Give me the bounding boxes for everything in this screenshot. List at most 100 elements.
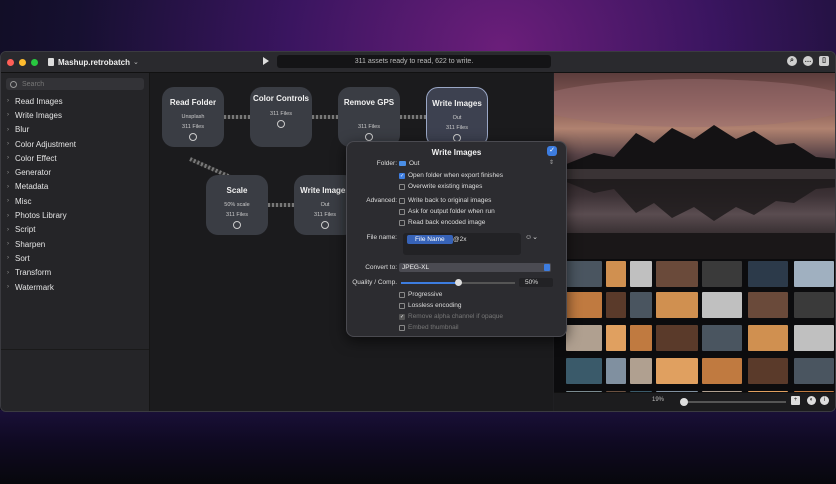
enabled-checkbox[interactable]: ✓ (547, 146, 557, 156)
quality-slider-knob[interactable] (455, 279, 462, 286)
disclosure-arrow-icon[interactable]: › (7, 184, 15, 190)
thumbnail[interactable] (656, 292, 698, 318)
thumbnail[interactable] (566, 261, 602, 287)
comment-icon[interactable]: … (803, 56, 813, 66)
open-folder-checkbox[interactable]: ✓ Open folder when export finishes (399, 172, 503, 179)
thumbnail[interactable] (794, 261, 834, 287)
thumbnail[interactable] (606, 261, 626, 287)
sidebar-item[interactable]: › Misc (1, 194, 149, 208)
thumbnail[interactable] (748, 358, 788, 384)
node-write-images[interactable]: Write Images Out 311 Files (426, 87, 488, 147)
token-menu-icon[interactable]: ☺⌄ (525, 233, 538, 241)
sidebar-item[interactable]: › Metadata (1, 180, 149, 194)
disclosure-arrow-icon[interactable]: › (7, 98, 15, 104)
sidebar-item[interactable]: › Blur (1, 123, 149, 137)
thumbnail[interactable] (606, 325, 626, 351)
node-remove-gps[interactable]: Remove GPS 311 Files (338, 87, 400, 147)
thumbnail[interactable] (630, 325, 652, 351)
thumbnail[interactable] (656, 358, 698, 384)
thumbnail[interactable] (566, 358, 602, 384)
info-icon[interactable]: i (820, 396, 829, 405)
lossless-checkbox[interactable]: Lossless encoding (399, 302, 461, 309)
thumbnail[interactable] (656, 325, 698, 351)
folder-popup-arrows-icon[interactable]: ⇕ (549, 159, 554, 166)
quality-value-field[interactable]: 50% (519, 278, 553, 287)
appearance-icon[interactable]: ◐ (807, 396, 816, 405)
disclosure-arrow-icon[interactable]: › (7, 141, 15, 147)
minimize-button[interactable] (19, 58, 26, 66)
disclosure-arrow-icon[interactable]: › (7, 112, 15, 118)
thumbnail[interactable] (656, 261, 698, 287)
play-icon[interactable] (263, 57, 269, 65)
progressive-checkbox[interactable]: Progressive (399, 291, 442, 298)
thumbnail[interactable] (630, 261, 652, 287)
zoom-button[interactable] (31, 58, 38, 66)
preview-toggle-icon[interactable] (233, 221, 241, 229)
disclosure-arrow-icon[interactable]: › (7, 170, 15, 176)
write-back-checkbox[interactable]: Write back to original images (399, 197, 491, 204)
search-field[interactable]: Search (6, 78, 144, 90)
preview-toggle-icon[interactable] (321, 221, 329, 229)
disclosure-arrow-icon[interactable]: › (7, 284, 15, 290)
thumbnail[interactable] (794, 292, 834, 318)
disclosure-arrow-icon[interactable]: › (7, 227, 15, 233)
sidebar-item[interactable]: › Sharpen (1, 237, 149, 251)
disclosure-arrow-icon[interactable]: › (7, 241, 15, 247)
thumbnail[interactable] (630, 358, 652, 384)
zoom-slider-knob[interactable] (680, 398, 688, 406)
thumbnail[interactable] (702, 325, 742, 351)
disclosure-arrow-icon[interactable]: › (7, 155, 15, 161)
disclosure-arrow-icon[interactable]: › (7, 270, 15, 276)
thumbnail[interactable] (566, 292, 602, 318)
preview-toggle-icon[interactable] (189, 133, 197, 141)
sidebar-item[interactable]: › Watermark (1, 280, 149, 294)
thumbnail[interactable] (630, 292, 652, 318)
thumbnail[interactable] (794, 325, 834, 351)
thumbnail[interactable] (702, 261, 742, 287)
disclosure-arrow-icon[interactable]: › (7, 213, 15, 219)
chevron-down-icon[interactable]: ⌄ (133, 58, 139, 66)
thumbnail[interactable] (748, 261, 788, 287)
preview-toggle-icon[interactable] (365, 133, 373, 141)
zoom-slider[interactable] (680, 398, 786, 406)
sidebar-toggle-icon[interactable]: ▯ (819, 56, 829, 66)
sidebar-item[interactable]: › Read Images (1, 94, 149, 108)
node-scale[interactable]: Scale 50% scale 311 Files (206, 175, 268, 235)
sidebar-item[interactable]: › Photos Library (1, 208, 149, 222)
thumbnail[interactable] (702, 292, 742, 318)
zoom-icon[interactable]: ⌕ (787, 56, 797, 66)
window-title[interactable]: Mashup.retrobatch (58, 58, 130, 67)
read-back-checkbox[interactable]: Read back encoded image (399, 219, 485, 226)
thumbnail[interactable] (748, 292, 788, 318)
disclosure-arrow-icon[interactable]: › (7, 255, 15, 261)
sidebar-item[interactable]: › Transform (1, 266, 149, 280)
disclosure-arrow-icon[interactable]: › (7, 127, 15, 133)
sidebar-item[interactable]: › Script (1, 223, 149, 237)
preview-toggle-icon[interactable] (277, 120, 285, 128)
sidebar-item[interactable]: › Generator (1, 165, 149, 179)
node-color-controls[interactable]: Color Controls 311 Files (250, 87, 312, 147)
sidebar-item[interactable]: › Color Effect (1, 151, 149, 165)
sidebar-item[interactable]: › Sort (1, 251, 149, 265)
file-name-token[interactable]: File Name (407, 235, 453, 244)
quality-slider[interactable] (401, 279, 515, 286)
ask-output-checkbox[interactable]: Ask for output folder when run (399, 208, 495, 215)
thumbnail[interactable] (606, 292, 626, 318)
preview-image[interactable] (554, 73, 835, 259)
sidebar-item[interactable]: › Write Images (1, 108, 149, 122)
disclosure-arrow-icon[interactable]: › (7, 198, 15, 204)
thumbnail[interactable] (606, 358, 626, 384)
thumbnail[interactable] (566, 325, 602, 351)
folder-popup[interactable]: Out (399, 160, 419, 167)
close-button[interactable] (7, 58, 14, 66)
sidebar-item-label: Blur (15, 125, 30, 135)
thumbnail[interactable] (748, 325, 788, 351)
thumbnail[interactable] (702, 358, 742, 384)
thumbnail[interactable] (794, 358, 834, 384)
sidebar-item[interactable]: › Color Adjustment (1, 137, 149, 151)
file-name-field[interactable]: File Name @2x (403, 233, 521, 255)
overwrite-checkbox[interactable]: Overwrite existing images (399, 183, 482, 190)
plus-icon[interactable]: + (791, 396, 800, 405)
format-select[interactable]: JPEG-XL (399, 263, 551, 272)
node-read-folder[interactable]: Read Folder Unsplash 311 Files (162, 87, 224, 147)
